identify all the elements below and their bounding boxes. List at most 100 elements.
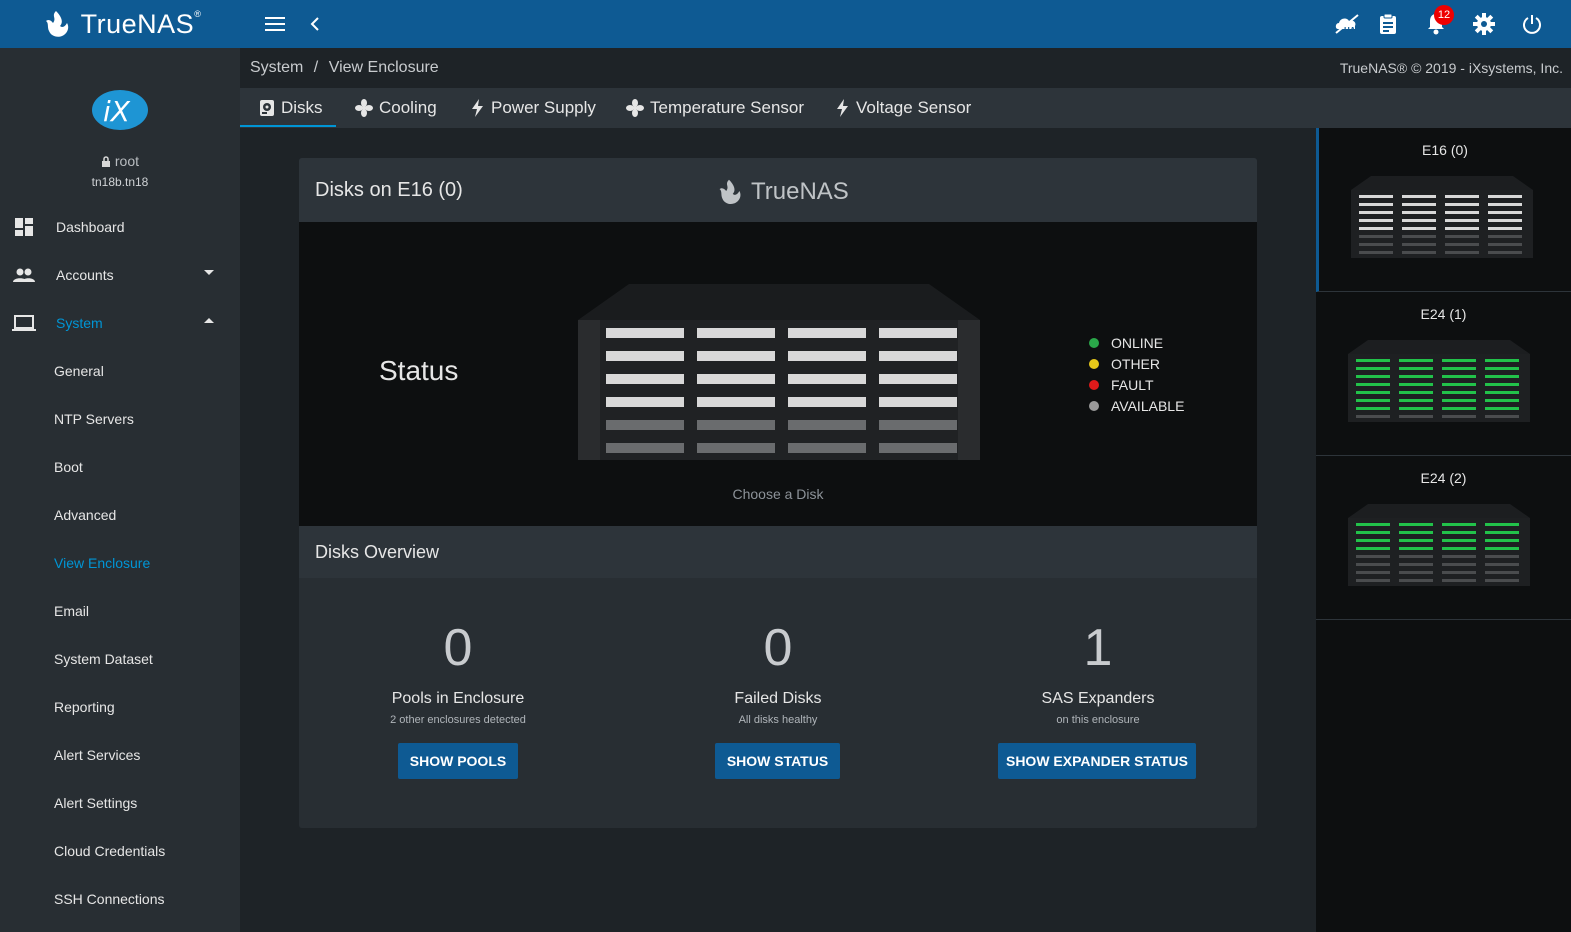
drive-slot[interactable]	[697, 351, 775, 361]
thumb-drive-slot	[1359, 227, 1393, 230]
brand[interactable]: TrueNAS®	[0, 0, 240, 48]
ix-logo-icon: iX	[92, 90, 148, 130]
notification-count-badge: 12	[1434, 5, 1454, 25]
drive-slot[interactable]	[879, 374, 957, 384]
menu-icon	[265, 17, 285, 31]
thumb-drive-slot	[1445, 203, 1479, 206]
sidebar-item-ssh-connections[interactable]: SSH Connections	[0, 875, 240, 923]
tab-temperature-sensor[interactable]: Temperature Sensor	[626, 88, 804, 128]
nav-accounts[interactable]: Accounts	[0, 251, 240, 299]
drive-slot[interactable]	[697, 397, 775, 407]
sidebar-item-system-dataset[interactable]: System Dataset	[0, 635, 240, 683]
enclosure-e24-2[interactable]: E24 (2)	[1316, 456, 1571, 620]
disk-icon	[260, 100, 274, 116]
ha-status-button[interactable]: HA	[1331, 8, 1363, 40]
sidebar-item-alert-services[interactable]: Alert Services	[0, 731, 240, 779]
sidebar-item-reporting[interactable]: Reporting	[0, 683, 240, 731]
breadcrumb-bar: System / View Enclosure TrueNAS® © 2019 …	[240, 48, 1571, 88]
drive-slot[interactable]	[606, 351, 684, 361]
drive-slot[interactable]	[788, 397, 866, 407]
drive-slot[interactable]	[879, 443, 957, 453]
menu-button[interactable]	[259, 8, 291, 40]
legend-other: OTHER	[1089, 353, 1184, 374]
sidebar-item-boot[interactable]: Boot	[0, 443, 240, 491]
drive-slot[interactable]	[879, 351, 957, 361]
enclosure-e24-1[interactable]: E24 (1)	[1316, 292, 1571, 456]
user-name: root	[0, 153, 240, 169]
tab-temperature-sensor-label: Temperature Sensor	[650, 98, 805, 117]
bolt-icon	[837, 99, 848, 117]
breadcrumb: System / View Enclosure	[250, 59, 439, 77]
settings-button[interactable]	[1468, 8, 1500, 40]
drive-slot[interactable]	[606, 443, 684, 453]
choose-disk-hint: Choose a Disk	[732, 486, 824, 502]
sidebar-item-general[interactable]: General	[0, 347, 240, 395]
sidebar-item-alert-settings[interactable]: Alert Settings	[0, 779, 240, 827]
nav-system[interactable]: System	[0, 299, 240, 347]
enclosure-chassis[interactable]	[574, 280, 984, 466]
online-dot	[1089, 337, 1099, 348]
drive-slot[interactable]	[879, 397, 957, 407]
tab-voltage-sensor[interactable]: Voltage Sensor	[836, 88, 971, 128]
tab-cooling[interactable]: Cooling	[355, 88, 437, 128]
nav-system-label: System	[56, 315, 103, 331]
sidebar-item-view-enclosure[interactable]: View Enclosure	[0, 539, 240, 587]
thumb-drive-slot	[1485, 391, 1519, 394]
sidebar-item-cloud-credentials[interactable]: Cloud Credentials	[0, 827, 240, 875]
enclosure-thumbnail	[1351, 176, 1533, 258]
thumb-drive-slot	[1399, 563, 1433, 566]
thumb-drive-slot	[1356, 555, 1390, 558]
nav-dashboard[interactable]: Dashboard	[0, 203, 240, 251]
enclosure-e16-0[interactable]: E16 (0)	[1316, 128, 1571, 292]
show-pools-button[interactable]: SHOW POOLS	[398, 743, 518, 779]
tab-disks-label: Disks	[281, 98, 323, 117]
enclosure-label: E16 (0)	[1422, 142, 1468, 158]
failed-sub: All disks healthy	[738, 714, 818, 726]
thumb-drive-slot	[1359, 251, 1393, 254]
tab-disks[interactable]: Disks	[259, 88, 323, 128]
drive-slot[interactable]	[697, 374, 775, 384]
thumb-drive-slot	[1485, 539, 1519, 542]
thumb-drive-slot	[1442, 415, 1476, 418]
drive-slot[interactable]	[606, 328, 684, 338]
svg-text:HA: HA	[1344, 26, 1356, 35]
drive-slot[interactable]	[788, 443, 866, 453]
thumb-drive-slot	[1485, 383, 1519, 386]
breadcrumb-parent[interactable]: System	[250, 59, 303, 76]
collapse-button[interactable]	[299, 8, 331, 40]
show-expander-status-button[interactable]: SHOW EXPANDER STATUS	[998, 743, 1196, 779]
drive-slot[interactable]	[606, 420, 684, 430]
drive-slot[interactable]	[788, 374, 866, 384]
drive-slot[interactable]	[879, 420, 957, 430]
sidebar-item-email[interactable]: Email	[0, 587, 240, 635]
avatar: iX	[91, 88, 149, 137]
drive-slot[interactable]	[697, 443, 775, 453]
ha-status-icon: HA	[1335, 14, 1359, 35]
thumb-drive-slot	[1445, 227, 1479, 230]
power-button[interactable]	[1516, 8, 1548, 40]
thumb-drive-slot	[1442, 571, 1476, 574]
drive-slot[interactable]	[697, 420, 775, 430]
sidebar-item-advanced[interactable]: Advanced	[0, 491, 240, 539]
tasks-button[interactable]	[1372, 8, 1404, 40]
drive-slot[interactable]	[606, 374, 684, 384]
thumb-drive-slot	[1399, 399, 1433, 402]
drive-slot[interactable]	[879, 328, 957, 338]
fan-icon	[355, 99, 373, 117]
thumb-drive-slot	[1485, 547, 1519, 550]
brand-name: TrueNAS®	[80, 8, 202, 39]
drive-slot[interactable]	[788, 420, 866, 430]
thumb-drive-slot	[1399, 571, 1433, 574]
tab-power-supply[interactable]: Power Supply	[471, 88, 596, 128]
drive-slot[interactable]	[606, 397, 684, 407]
enclosure-card: Disks on E16 (0) TrueNAS Status Choose a…	[299, 158, 1257, 828]
drive-slot[interactable]	[788, 328, 866, 338]
show-status-button[interactable]: SHOW STATUS	[715, 743, 840, 779]
drive-slot[interactable]	[697, 328, 775, 338]
thumb-drive-slot	[1442, 399, 1476, 402]
thumb-drive-slot	[1445, 195, 1479, 198]
thumb-drive-slot	[1399, 383, 1433, 386]
sidebar-item-ntp-servers[interactable]: NTP Servers	[0, 395, 240, 443]
thumb-drive-slot	[1488, 235, 1522, 238]
drive-slot[interactable]	[788, 351, 866, 361]
